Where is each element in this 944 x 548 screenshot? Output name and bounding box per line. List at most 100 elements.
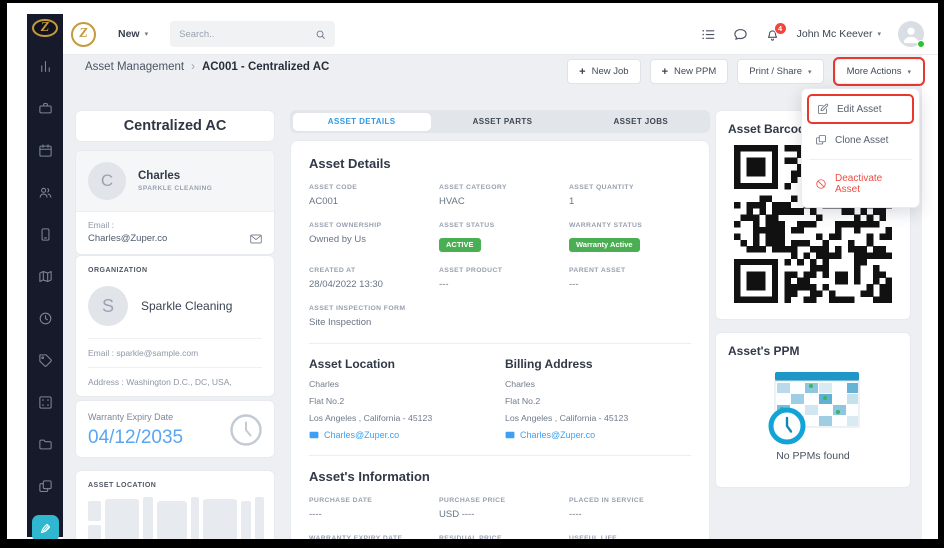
topbar: Z New ▾ 4 John Mc Keever ▾ bbox=[63, 14, 938, 55]
organization-email: Email : sparkle@sample.com bbox=[88, 338, 262, 367]
asset-ppm-card: Asset's PPM No PPMs found bbox=[715, 332, 911, 488]
menu-item-deactivate-asset[interactable]: Deactivate Asset bbox=[807, 166, 914, 202]
chevron-down-icon: ▾ bbox=[144, 31, 149, 38]
sidebar-item-map[interactable] bbox=[32, 263, 59, 290]
new-ppm-button[interactable]: + New PPM bbox=[649, 59, 729, 84]
search-input[interactable] bbox=[179, 28, 316, 40]
calendar-icon bbox=[38, 144, 52, 157]
chevron-down-icon: ▾ bbox=[808, 68, 812, 76]
chevron-down-icon: ▾ bbox=[877, 31, 881, 38]
plus-icon: + bbox=[661, 65, 668, 78]
organization-name[interactable]: Sparkle Cleaning bbox=[141, 299, 232, 313]
billing-address-email-link[interactable]: Charles@Zuper.co bbox=[505, 430, 691, 440]
sidebar-item-documents[interactable] bbox=[32, 473, 59, 500]
sidebar-item-customers[interactable] bbox=[32, 179, 59, 206]
zuper-logo-sidebar[interactable]: Z bbox=[32, 19, 58, 37]
list-icon bbox=[701, 29, 714, 39]
online-status-dot bbox=[917, 40, 925, 48]
field: ASSET CODE AC001 bbox=[309, 184, 358, 207]
menu-divider bbox=[809, 159, 912, 160]
header-actions: + New Job + New PPM Print / Share ▾ More Ac… bbox=[567, 57, 925, 86]
clock-icon bbox=[230, 414, 262, 446]
asset-information-title: Asset's Information bbox=[309, 469, 430, 484]
asset-name: Centralized AC bbox=[123, 118, 227, 134]
tag-icon bbox=[38, 354, 52, 367]
field: ASSET QUANTITY 1 bbox=[569, 184, 634, 207]
menu-item-edit-asset[interactable]: Edit Asset bbox=[809, 96, 912, 122]
deactivate-icon bbox=[816, 179, 826, 189]
tab-asset-details[interactable]: ASSET DETAILS bbox=[292, 112, 431, 131]
asset-details-card: Asset Details ASSET CODE AC001 ASSET CATE… bbox=[290, 140, 710, 548]
user-name: John Mc Keever bbox=[796, 28, 873, 40]
asset-details-title: Asset Details bbox=[309, 156, 391, 171]
organization-label: ORGANIZATION bbox=[88, 267, 148, 274]
sidebar-item-modules[interactable] bbox=[32, 389, 59, 416]
clone-icon bbox=[816, 135, 826, 145]
sidebar-item-files[interactable] bbox=[32, 431, 59, 458]
warranty-badge: Warranty Active bbox=[569, 237, 640, 252]
more-actions-label: More Actions bbox=[846, 66, 902, 77]
sidebar-item-schedule[interactable] bbox=[32, 137, 59, 164]
section-divider bbox=[309, 343, 691, 344]
field: ASSET OWNERSHIP Owned by Us bbox=[309, 222, 382, 245]
field: PURCHASE PRICE USD ---- bbox=[439, 497, 506, 520]
zuper-logo[interactable]: Z bbox=[71, 21, 96, 47]
sidebar: Z bbox=[27, 14, 63, 542]
contact-email-row: Email : Charles@Zuper.co bbox=[76, 212, 274, 254]
notifications-button[interactable]: 4 bbox=[765, 21, 787, 42]
plus-icon: + bbox=[579, 65, 586, 78]
more-actions-button[interactable]: More Actions ▾ bbox=[835, 60, 922, 83]
topbar-right: 4 John Mc Keever ▾ bbox=[701, 21, 925, 48]
map-icon bbox=[38, 270, 52, 283]
envelope-icon bbox=[309, 431, 319, 439]
sidebar-item-tags[interactable] bbox=[32, 347, 59, 374]
user-menu[interactable]: John Mc Keever ▾ bbox=[797, 28, 881, 40]
contact-email[interactable]: Charles@Zuper.co bbox=[88, 233, 167, 244]
organization-card: ORGANIZATION S Sparkle Cleaning Email : … bbox=[75, 255, 275, 397]
highlight-edit-asset: Edit Asset bbox=[807, 94, 914, 124]
envelope-icon[interactable] bbox=[250, 234, 262, 244]
new-job-button[interactable]: + New Job bbox=[567, 59, 641, 84]
search-box[interactable] bbox=[170, 21, 336, 47]
deactivate-asset-label: Deactivate Asset bbox=[835, 173, 883, 195]
asset-location-email-link[interactable]: Charles@Zuper.co bbox=[309, 430, 495, 440]
avatar[interactable] bbox=[898, 21, 925, 48]
tab-asset-jobs[interactable]: ASSET JOBS bbox=[572, 110, 710, 133]
chat-button[interactable] bbox=[733, 27, 748, 42]
field: ASSET CATEGORY HVAC bbox=[439, 184, 507, 207]
clock-icon bbox=[39, 312, 51, 325]
contact-company: SPARKLE CLEANING bbox=[138, 185, 213, 192]
app-window: Z Z New ▾ Search.. 4 John Mc Keever ▾ As… bbox=[0, 0, 944, 548]
contact-header: C Charles SPARKLE CLEANING bbox=[76, 151, 274, 212]
contact-name: Charles bbox=[138, 170, 181, 182]
organization-address: Address : Washington D.C., DC, USA, bbox=[88, 367, 262, 396]
field: ASSET INSPECTION FORM Site Inspection bbox=[309, 305, 406, 328]
folder-icon bbox=[38, 439, 52, 450]
new-button[interactable]: New ▾ bbox=[118, 28, 148, 40]
breadcrumb: Asset Management › AC001 - Centralized A… bbox=[85, 61, 329, 73]
sidebar-item-assets[interactable] bbox=[31, 515, 59, 542]
list-view-button[interactable] bbox=[701, 27, 716, 42]
sidebar-item-dashboard[interactable] bbox=[32, 53, 59, 80]
breadcrumb-separator: › bbox=[191, 61, 195, 73]
sidebar-item-timesheet[interactable] bbox=[32, 305, 59, 332]
page-title: AC001 - Centralized AC bbox=[201, 61, 330, 73]
copy-pages-icon bbox=[38, 480, 52, 493]
envelope-icon bbox=[505, 431, 515, 439]
field: PLACED IN SERVICE ---- bbox=[569, 497, 645, 520]
sidebar-item-devices[interactable] bbox=[32, 221, 59, 248]
print-share-label: Print / Share bbox=[749, 66, 803, 77]
field: ASSET PRODUCT --- bbox=[439, 267, 503, 290]
print-share-button[interactable]: Print / Share ▾ bbox=[737, 59, 824, 84]
contact-avatar: C bbox=[88, 162, 126, 200]
zuper-z-glyph: Z bbox=[40, 20, 50, 35]
breadcrumb-section[interactable]: Asset Management bbox=[85, 61, 184, 73]
warranty-card: Warranty Expiry Date 04/12/2035 bbox=[75, 400, 275, 458]
clone-asset-label: Clone Asset bbox=[835, 134, 889, 146]
sidebar-item-jobs[interactable] bbox=[32, 95, 59, 122]
asset-name-card: Centralized AC bbox=[75, 110, 275, 142]
bar-chart-icon bbox=[40, 60, 50, 73]
tab-asset-parts[interactable]: ASSET PARTS bbox=[433, 110, 571, 133]
new-button-label: New bbox=[118, 28, 140, 40]
menu-item-clone-asset[interactable]: Clone Asset bbox=[807, 127, 914, 153]
